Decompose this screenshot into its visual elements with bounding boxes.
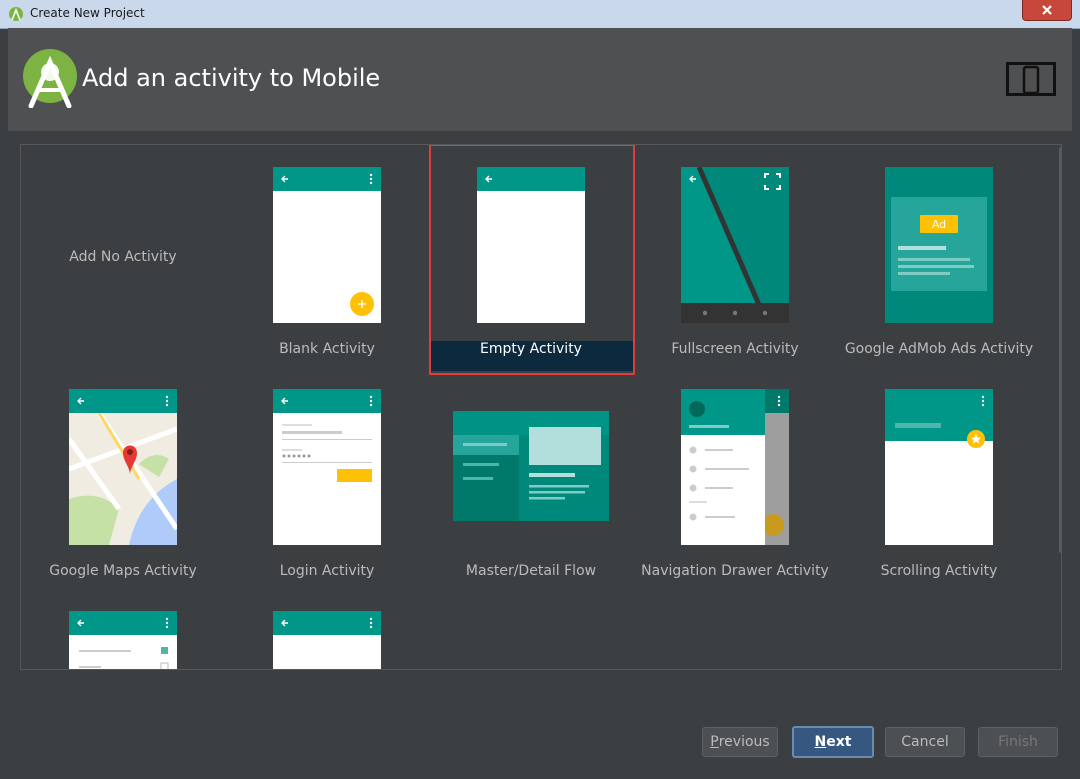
scrolling-activity-thumbnail bbox=[885, 389, 993, 545]
window-title: Create New Project bbox=[30, 6, 145, 20]
tile-label: Scrolling Activity bbox=[880, 563, 998, 579]
tile-add-no-activity[interactable]: Add No Activity bbox=[21, 145, 225, 365]
tile-tabbed-activity[interactable] bbox=[225, 589, 429, 669]
empty-activity-thumbnail bbox=[477, 167, 585, 323]
previous-mnemonic: P bbox=[710, 734, 719, 750]
tile-settings-activity[interactable] bbox=[21, 589, 225, 669]
dialog-header: Add an activity to Mobile bbox=[8, 28, 1072, 131]
tile-label: Empty Activity bbox=[480, 341, 582, 357]
blank-activity-thumbnail bbox=[273, 167, 381, 323]
tile-empty-activity[interactable]: Empty Activity bbox=[429, 145, 633, 365]
tile-scrolling-activity[interactable]: Scrolling Activity bbox=[837, 367, 1041, 587]
phone-tablet-icon bbox=[1006, 62, 1056, 96]
maps-activity-thumbnail bbox=[69, 389, 177, 545]
tile-label: Master/Detail Flow bbox=[465, 563, 597, 579]
activity-gallery: Add No Activity Blank Activity Empty Act… bbox=[20, 144, 1062, 670]
finish-button[interactable]: Finish bbox=[978, 727, 1058, 757]
cancel-button[interactable]: Cancel bbox=[885, 727, 965, 757]
previous-label-rest: revious bbox=[718, 734, 770, 750]
fullscreen-activity-thumbnail bbox=[681, 167, 789, 323]
tile-label: Navigation Drawer Activity bbox=[641, 563, 829, 579]
next-mnemonic: N bbox=[814, 734, 827, 750]
tile-google-admob-ads-activity[interactable]: Ad Google AdMob Ads Activity bbox=[837, 145, 1041, 365]
tabbed-activity-thumbnail bbox=[273, 611, 381, 669]
page-title: Add an activity to Mobile bbox=[82, 64, 381, 92]
master-detail-thumbnail bbox=[453, 411, 609, 521]
tile-label: Login Activity bbox=[279, 563, 375, 579]
tile-label: Fullscreen Activity bbox=[671, 341, 799, 357]
next-button[interactable]: Next bbox=[792, 726, 874, 758]
gallery-scrollbar[interactable] bbox=[1059, 146, 1061, 554]
android-studio-small-icon bbox=[9, 7, 23, 21]
tile-label: Blank Activity bbox=[279, 341, 375, 357]
tile-login-activity[interactable]: Login Activity bbox=[225, 367, 429, 587]
tile-label: Add No Activity bbox=[69, 249, 177, 265]
ad-badge-text: Ad bbox=[932, 218, 946, 231]
tile-google-maps-activity[interactable]: Google Maps Activity bbox=[21, 367, 225, 587]
close-icon bbox=[1042, 5, 1052, 15]
cancel-label: Cancel bbox=[901, 734, 949, 750]
window-titlebar: Create New Project bbox=[0, 0, 1080, 29]
previous-button[interactable]: Previous bbox=[702, 727, 778, 757]
tile-master-detail-flow[interactable]: Master/Detail Flow bbox=[429, 367, 633, 587]
android-studio-logo-icon bbox=[23, 49, 77, 108]
navigation-drawer-thumbnail bbox=[681, 389, 789, 545]
dialog-frame: Add an activity to Mobile Add No Activit… bbox=[8, 28, 1072, 771]
settings-activity-thumbnail bbox=[69, 611, 177, 669]
tile-navigation-drawer-activity[interactable]: Navigation Drawer Activity bbox=[633, 367, 837, 587]
close-button[interactable] bbox=[1022, 0, 1072, 21]
finish-label: Finish bbox=[998, 734, 1038, 750]
tile-blank-activity[interactable]: Blank Activity bbox=[225, 145, 429, 365]
tile-label: Google AdMob Ads Activity bbox=[844, 341, 1034, 357]
next-label-rest: ext bbox=[826, 734, 852, 750]
dialog-button-bar: Previous Next Cancel Finish bbox=[8, 726, 1072, 758]
admob-activity-thumbnail: Ad bbox=[885, 167, 993, 323]
tile-fullscreen-activity[interactable]: Fullscreen Activity bbox=[633, 145, 837, 365]
login-activity-thumbnail bbox=[273, 389, 381, 545]
tile-label: Google Maps Activity bbox=[49, 563, 197, 579]
